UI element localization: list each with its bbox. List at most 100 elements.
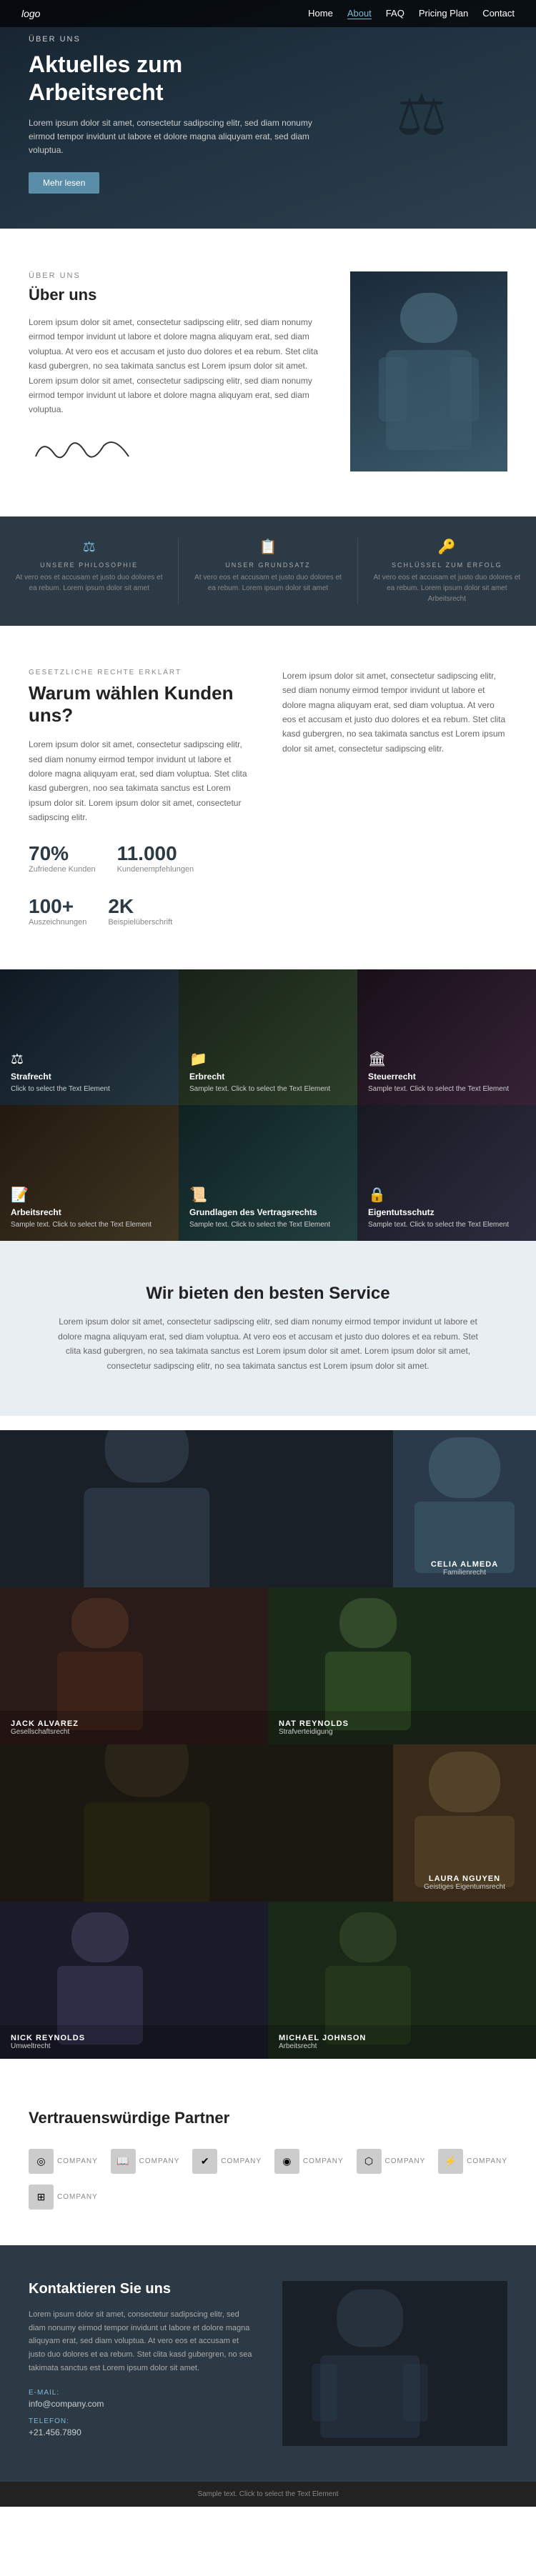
team-role-nick: Umweltrecht [11,2042,257,2050]
service-text: Lorem ipsum dolor sit amet, consectetur … [54,1314,482,1373]
practice-title-6: Eigentutsschutz [368,1207,435,1217]
gavel-icon: ⚖ [350,43,493,186]
philosophy-item-1: ⚖ UNSERE PHILOSOPHIE At vero eos et accu… [0,538,179,604]
contact-email-label: E-Mail: [29,2389,254,2397]
team-row-1: CELIA ALMEDA Familienrecht [0,1430,536,1587]
partner-4: ◉ COMPANY [274,2149,344,2174]
stat-label-4: Beispielüberschrift [108,918,172,927]
about-label: Über uns [29,271,329,280]
practice-text-2: Sample text. Click to select the Text El… [189,1084,330,1094]
practice-item-2[interactable]: 📁 Erbrecht Sample text. Click to select … [179,969,357,1105]
practice-title-2: Erbrecht [189,1072,224,1082]
contact-info: E-Mail: info@company.com Telefon: +21.45… [29,2389,254,2437]
team-item-jack: JACK ALVAREZ Gesellschaftsrecht [0,1587,268,1744]
stat-label-3: Auszeichnungen [29,918,86,927]
partner-icon-2: 📖 [111,2149,136,2174]
team-laura-left [0,1744,393,1902]
team-name-nick: NICK REYNOLDS [11,2034,257,2042]
team-item-nat: NAT REYNOLDS Strafverteidigung [268,1587,536,1744]
practice-icon-4: 📝 [11,1186,29,1204]
partner-name-2: COMPANY [139,2157,180,2165]
philosophy-text-3: At vero eos et accusam et justo duo dolo… [372,572,522,604]
partner-name-5: COMPANY [385,2157,426,2165]
practice-icon-3: 🏛 [368,1050,386,1068]
why-section: GESETZLICHE RECHTE ERKLÄRT Warum wählen … [0,626,536,970]
practice-icon-2: 📁 [189,1050,207,1068]
stat-number-4: 2K [108,895,172,918]
philosophy-item-2: 📋 UNSER GRUNDSATZ At vero eos et accusam… [179,538,357,604]
team-overlay-jack: JACK ALVAREZ Gesellschaftsrecht [0,1711,268,1744]
team-celia-container: CELIA ALMEDA Familienrecht [0,1430,536,1587]
why-right-text: Lorem ipsum dolor sit amet, consectetur … [282,669,507,756]
team-role-nat: Strafverteidigung [279,1728,525,1736]
partner-7: ⊞ COMPANY [29,2185,98,2210]
why-title: Warum wählen Kunden uns? [29,682,254,727]
team-item-michael: MICHAEL JOHNSON Arbeitsrecht [268,1902,536,2059]
stat-4: 2K Beispielüberschrift [108,895,172,927]
contact-phone-label: Telefon: [29,2417,254,2425]
partner-6: ⚡ COMPANY [438,2149,507,2174]
philosophy-bar: ⚖ UNSERE PHILOSOPHIE At vero eos et accu… [0,516,536,626]
practice-text-4: Sample text. Click to select the Text El… [11,1220,152,1230]
stat-number-2: 11.000 [117,842,194,865]
partner-icon-3: ✔ [192,2149,217,2174]
team-name-nat: NAT REYNOLDS [279,1719,525,1728]
partner-3: ✔ COMPANY [192,2149,262,2174]
partners-section: Vertrauenswürdige Partner ◎ COMPANY 📖 CO… [0,2073,536,2245]
about-image [350,271,507,471]
about-description: Lorem ipsum dolor sit amet, consectetur … [29,315,329,417]
team-item-celia-center: CELIA ALMEDA Familienrecht [393,1430,536,1587]
nav-contact[interactable]: Contact [482,8,515,19]
stat-3: 100+ Auszeichnungen [29,895,86,927]
partners-title: Vertrauenswürdige Partner [29,2109,507,2127]
nav-pricing[interactable]: Pricing Plan [419,8,468,19]
team-row-3: LAURA NGUYEN Geistiges Eigentumsrecht [0,1744,536,1902]
why-left: GESETZLICHE RECHTE ERKLÄRT Warum wählen … [29,669,254,927]
practice-icon-1: ⚖ [11,1050,24,1068]
hero-content: ÜBER UNS Aktuelles zum Arbeitsrecht Lore… [29,35,314,193]
logo: logo [21,8,40,19]
contact-phone-value: +21.456.7890 [29,2427,254,2437]
practice-item-4[interactable]: 📝 Arbeitsrecht Sample text. Click to sel… [0,1105,179,1241]
stat-number-1: 70% [29,842,96,865]
partner-icon-5: ⬡ [357,2149,382,2174]
hero-button[interactable]: Mehr lesen [29,172,99,194]
team-role-celia: Familienrecht [431,1569,498,1577]
philosophy-item-3: 🔑 SCHLÜSSEL ZUM ERFOLG At vero eos et ac… [358,538,536,604]
stat-number-3: 100+ [29,895,86,918]
team-role-laura: Geistiges Eigentumsrecht [424,1883,505,1891]
practice-grid: ⚖ Strafrecht Click to select the Text El… [0,969,536,1241]
philosophy-icon-1: ⚖ [14,538,164,556]
about-title: Über uns [29,286,329,304]
team-row-2: JACK ALVAREZ Gesellschaftsrecht NAT REYN… [0,1587,536,1744]
practice-item-3[interactable]: 🏛 Steuerrecht Sample text. Click to sele… [357,969,536,1105]
service-section: Wir bieten den besten Service Lorem ipsu… [0,1241,536,1416]
team-overlay-nick: NICK REYNOLDS Umweltrecht [0,2025,268,2059]
team-name-celia: CELIA ALMEDA [431,1560,498,1569]
stat-label-2: Kundenempfehlungen [117,865,194,874]
practice-item-5[interactable]: 📜 Grundlagen des Vertragsrechts Sample t… [179,1105,357,1241]
partner-icon-4: ◉ [274,2149,299,2174]
why-stats: 70% Zufriedene Kunden 11.000 Kundenempfe… [29,842,254,927]
practice-item-6[interactable]: 🔒 Eigentutsschutz Sample text. Click to … [357,1105,536,1241]
practice-icon-5: 📜 [189,1186,207,1204]
partners-logos: ◎ COMPANY 📖 COMPANY ✔ COMPANY ◉ COMPANY … [29,2149,507,2210]
philosophy-icon-2: 📋 [193,538,342,556]
hero-text: Lorem ipsum dolor sit amet, consectetur … [29,116,314,158]
partner-name-7: COMPANY [57,2193,98,2201]
practice-item-1[interactable]: ⚖ Strafrecht Click to select the Text El… [0,969,179,1105]
signature [29,431,329,474]
team-item-laura-container: LAURA NGUYEN Geistiges Eigentumsrecht [0,1744,536,1902]
partner-name-6: COMPANY [467,2157,507,2165]
contact-text: Lorem ipsum dolor sit amet, consectetur … [29,2308,254,2375]
hero-section: ⚖ ÜBER UNS Aktuelles zum Arbeitsrecht Lo… [0,0,536,229]
partner-name-4: COMPANY [303,2157,344,2165]
partner-name-1: COMPANY [57,2157,98,2165]
nav-about[interactable]: About [347,8,372,19]
team-role-michael: Arbeitsrecht [279,2042,525,2050]
nav-home[interactable]: Home [308,8,333,19]
practice-title-3: Steuerrecht [368,1072,416,1082]
philosophy-label-3: SCHLÜSSEL ZUM ERFOLG [372,561,522,569]
nav-faq[interactable]: FAQ [386,8,405,19]
practice-text-1: Click to select the Text Element [11,1084,110,1094]
